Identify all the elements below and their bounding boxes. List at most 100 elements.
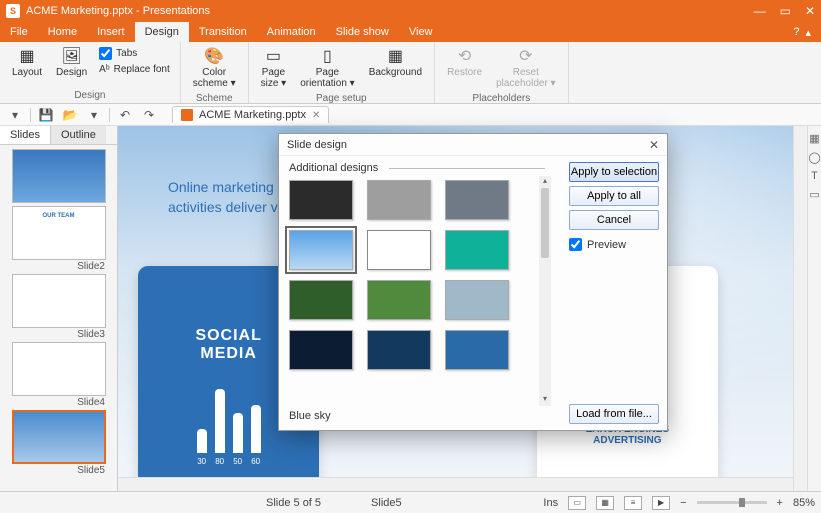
app-icon: S bbox=[6, 4, 20, 18]
tab-outline[interactable]: Outline bbox=[51, 126, 106, 144]
section-additional-designs: Additional designs bbox=[289, 162, 551, 174]
design-option[interactable] bbox=[289, 230, 353, 270]
zoom-out-button[interactable]: − bbox=[680, 497, 686, 509]
ribbon-group-placeholders: ⟲Restore ⟳Reset placeholder ▾ Placeholde… bbox=[435, 42, 569, 103]
menu-home[interactable]: Home bbox=[38, 22, 87, 42]
background-button[interactable]: ▦Background bbox=[363, 44, 428, 80]
tab-slides[interactable]: Slides bbox=[0, 126, 51, 144]
zoom-in-button[interactable]: + bbox=[777, 497, 783, 509]
design-grid bbox=[289, 176, 535, 406]
text-icon[interactable]: T bbox=[811, 170, 818, 182]
redo-icon[interactable]: ↷ bbox=[138, 106, 160, 124]
restore-button: ⟲Restore bbox=[441, 44, 488, 80]
qat-dropdown-icon[interactable]: ▾ bbox=[83, 106, 105, 124]
ribbon-group-scheme: 🎨Color scheme ▾ Scheme bbox=[181, 42, 249, 103]
menu-transition[interactable]: Transition bbox=[189, 22, 257, 42]
undo-icon[interactable]: ↶ bbox=[114, 106, 136, 124]
view-normal-button[interactable]: ▭ bbox=[568, 496, 586, 510]
scroll-down-icon[interactable]: ▾ bbox=[539, 394, 551, 406]
close-button[interactable]: ✕ bbox=[805, 4, 815, 18]
design-option[interactable] bbox=[445, 330, 509, 370]
dialog-close-icon[interactable]: ✕ bbox=[649, 138, 659, 152]
design-option[interactable] bbox=[367, 280, 431, 320]
cancel-button[interactable]: Cancel bbox=[569, 210, 659, 230]
doc-tab-label: ACME Marketing.pptx bbox=[199, 109, 306, 121]
help-button[interactable]: ? bbox=[793, 26, 799, 38]
save-icon[interactable]: 💾 bbox=[35, 106, 57, 124]
selected-design-name: Blue sky bbox=[289, 406, 551, 424]
replace-font-icon: Aᵇ bbox=[99, 64, 109, 75]
slide-thumb-1[interactable] bbox=[12, 149, 106, 203]
load-from-file-button[interactable]: Load from file... bbox=[569, 404, 659, 424]
horizontal-scrollbar[interactable] bbox=[118, 477, 793, 491]
menu-animation[interactable]: Animation bbox=[257, 22, 326, 42]
status-slide-counter: Slide 5 of 5 bbox=[266, 497, 321, 509]
menu-slideshow[interactable]: Slide show bbox=[326, 22, 399, 42]
status-insert-mode: Ins bbox=[543, 497, 558, 509]
bar bbox=[251, 405, 261, 453]
card-title: SOCIAL MEDIA bbox=[195, 327, 261, 363]
slide-thumbnails[interactable]: Slide2 Slide3 Slide4 Slide5 bbox=[0, 145, 117, 491]
menu-design[interactable]: Design bbox=[135, 22, 189, 42]
window-title: ACME Marketing.pptx - Presentations bbox=[26, 5, 210, 17]
color-scheme-button[interactable]: 🎨Color scheme ▾ bbox=[187, 44, 242, 91]
objects-icon[interactable]: ▦ bbox=[809, 132, 819, 145]
bar bbox=[197, 429, 207, 453]
title-bar: S ACME Marketing.pptx - Presentations — … bbox=[0, 0, 821, 22]
doc-type-icon bbox=[181, 109, 193, 121]
design-option[interactable] bbox=[289, 180, 353, 220]
tabs-checkbox[interactable]: Tabs bbox=[95, 46, 174, 61]
design-option[interactable] bbox=[289, 330, 353, 370]
menu-view[interactable]: View bbox=[399, 22, 443, 42]
new-doc-icon[interactable]: ▾ bbox=[4, 106, 26, 124]
menu-chevron-icon[interactable]: ▴ bbox=[805, 26, 811, 39]
status-bar: Slide 5 of 5 Slide5 Ins ▭ ▦ ≡ ▶ − + 85% bbox=[0, 491, 821, 513]
slide-thumb-5[interactable] bbox=[12, 410, 106, 464]
design-option[interactable] bbox=[367, 330, 431, 370]
slide-thumb-2[interactable] bbox=[12, 206, 106, 260]
bar bbox=[215, 389, 225, 453]
dialog-title: Slide design bbox=[287, 139, 347, 151]
image-icon[interactable]: ▭ bbox=[809, 188, 819, 201]
minimize-button[interactable]: — bbox=[754, 4, 766, 18]
ribbon: ▦Layout 🖼Design Tabs AᵇReplace font Desi… bbox=[0, 42, 821, 104]
scroll-up-icon[interactable]: ▴ bbox=[539, 176, 551, 188]
design-option[interactable] bbox=[445, 280, 509, 320]
design-button[interactable]: 🖼Design bbox=[50, 44, 93, 80]
zoom-slider[interactable] bbox=[697, 501, 767, 504]
page-size-button[interactable]: ▭Page size ▾ bbox=[255, 44, 293, 91]
slide-panel: Slides Outline Slide2 Slide3 Slide4 Slid… bbox=[0, 126, 118, 491]
view-outline-button[interactable]: ≡ bbox=[624, 496, 642, 510]
ribbon-group-label: Design bbox=[74, 88, 105, 103]
quick-access-toolbar: ▾ 💾 📂 ▾ ↶ ↷ ACME Marketing.pptx ✕ bbox=[0, 104, 821, 126]
maximize-button[interactable]: ▭ bbox=[780, 4, 791, 18]
apply-to-selection-button[interactable]: Apply to selection bbox=[569, 162, 659, 182]
vertical-scrollbar[interactable] bbox=[793, 126, 807, 491]
object-toolbar: ▦ ◯ T ▭ bbox=[807, 126, 821, 491]
menu-insert[interactable]: Insert bbox=[87, 22, 135, 42]
ribbon-group-page-setup: ▭Page size ▾ ▯Page orientation ▾ ▦Backgr… bbox=[249, 42, 435, 103]
design-option[interactable] bbox=[445, 230, 509, 270]
replace-font-button[interactable]: AᵇReplace font bbox=[95, 63, 174, 76]
menu-file[interactable]: File bbox=[0, 22, 38, 42]
apply-to-all-button[interactable]: Apply to all bbox=[569, 186, 659, 206]
slide-thumb-3[interactable] bbox=[12, 274, 106, 328]
view-slideshow-button[interactable]: ▶ bbox=[652, 496, 670, 510]
design-option[interactable] bbox=[445, 180, 509, 220]
bar bbox=[233, 413, 243, 453]
shapes-icon[interactable]: ◯ bbox=[808, 151, 820, 164]
view-sorter-button[interactable]: ▦ bbox=[596, 496, 614, 510]
design-option[interactable] bbox=[367, 180, 431, 220]
page-orientation-button[interactable]: ▯Page orientation ▾ bbox=[294, 44, 361, 91]
design-option[interactable] bbox=[289, 280, 353, 320]
zoom-value[interactable]: 85% bbox=[793, 497, 815, 509]
doc-tab-close-icon[interactable]: ✕ bbox=[312, 110, 320, 121]
design-scrollbar[interactable]: ▴ ▾ bbox=[539, 176, 551, 406]
design-option[interactable] bbox=[367, 230, 431, 270]
slide-thumb-4[interactable] bbox=[12, 342, 106, 396]
status-slide-name: Slide5 bbox=[371, 497, 402, 509]
open-icon[interactable]: 📂 bbox=[59, 106, 81, 124]
preview-checkbox[interactable]: Preview bbox=[569, 238, 659, 251]
document-tab[interactable]: ACME Marketing.pptx ✕ bbox=[172, 106, 329, 123]
layout-button[interactable]: ▦Layout bbox=[6, 44, 48, 80]
